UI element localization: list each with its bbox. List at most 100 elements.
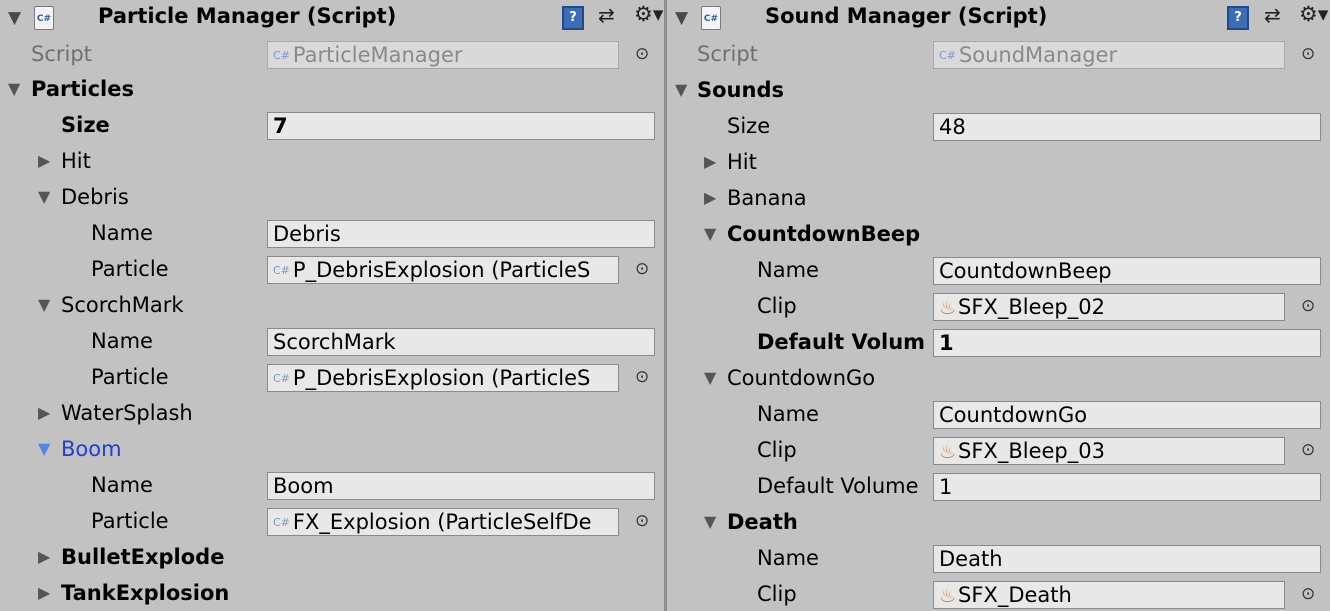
list-label: Particles <box>31 77 134 101</box>
fold-icon[interactable]: ▼ <box>675 8 688 28</box>
name-label: Name <box>91 221 153 245</box>
collapsed-arrow-icon[interactable]: ▶ <box>38 399 50 427</box>
particle-field[interactable]: C# FX_Explosion (ParticleSelfDe <box>267 508 619 536</box>
clip-field[interactable]: ♨SFX_Bleep_02 <box>933 293 1285 321</box>
size-field[interactable]: 48 <box>933 113 1321 141</box>
list-item[interactable]: ▶ BulletExplode <box>0 539 664 575</box>
particle-field[interactable]: C# P_DebrisExplosion (ParticleS <box>267 364 619 392</box>
script-label: Script <box>31 42 92 66</box>
object-picker-icon[interactable]: ⊙ <box>635 255 649 283</box>
name-field[interactable]: ScorchMark <box>267 328 655 356</box>
help-icon[interactable]: ? <box>1227 6 1249 30</box>
expanded-arrow-icon[interactable]: ▼ <box>675 76 687 104</box>
item-label: TankExplosion <box>61 581 230 605</box>
clip-label: Clip <box>757 582 797 606</box>
list-item[interactable]: ▼ ScorchMark <box>0 287 664 323</box>
help-icon[interactable]: ? <box>562 6 584 30</box>
list-item[interactable]: ▼ CountdownGo <box>667 360 1330 396</box>
name-field[interactable]: CountdownBeep <box>933 257 1321 285</box>
size-field[interactable]: 7 <box>267 112 655 140</box>
gear-icon[interactable]: ⚙▾ <box>634 2 663 26</box>
object-picker-icon[interactable]: ⊙ <box>1301 580 1315 608</box>
volume-label: Default Volume <box>757 474 919 498</box>
list-item[interactable]: ▶ WaterSplash <box>0 395 664 431</box>
name-label: Name <box>91 473 153 497</box>
script-field[interactable]: C# ParticleManager <box>267 41 619 69</box>
clip-field[interactable]: ♨SFX_Death <box>933 581 1285 609</box>
audio-clip-icon: ♨ <box>939 585 957 607</box>
preset-icon[interactable]: ⇄ <box>598 3 615 27</box>
prefab-icon: C# <box>273 264 290 277</box>
expanded-arrow-icon[interactable]: ▼ <box>38 291 50 319</box>
collapsed-arrow-icon[interactable]: ▶ <box>38 543 50 571</box>
expanded-arrow-icon[interactable]: ▼ <box>38 183 50 211</box>
collapsed-arrow-icon[interactable]: ▶ <box>704 148 716 176</box>
list-item[interactable]: ▼ Death <box>667 504 1330 540</box>
volume-row: Default Volume 1 <box>667 468 1330 504</box>
name-field[interactable]: Debris <box>267 220 655 248</box>
list-item[interactable]: ▼ Debris <box>0 179 664 215</box>
expanded-arrow-icon[interactable]: ▼ <box>704 508 716 536</box>
audio-clip-icon: ♨ <box>939 297 957 319</box>
name-field[interactable]: Death <box>933 545 1321 573</box>
item-label: CountdownGo <box>727 366 876 390</box>
name-row: Name CountdownBeep <box>667 252 1330 288</box>
size-label: Size <box>727 114 771 138</box>
object-picker-icon[interactable]: ⊙ <box>1301 40 1315 68</box>
expanded-arrow-icon[interactable]: ▼ <box>704 364 716 392</box>
name-row: Name Debris <box>0 215 664 251</box>
list-foldout[interactable]: ▼ Particles <box>0 71 664 107</box>
item-label: Hit <box>61 149 91 173</box>
object-picker-icon[interactable]: ⊙ <box>1301 292 1315 320</box>
gear-icon[interactable]: ⚙▾ <box>1299 2 1328 26</box>
name-label: Name <box>91 329 153 353</box>
component-header[interactable]: ▼ C# Sound Manager (Script) ? ⇄ ⚙▾ <box>667 0 1330 36</box>
particle-row: Particle C# P_DebrisExplosion (ParticleS … <box>0 251 664 287</box>
script-field[interactable]: C# SoundManager <box>933 41 1285 69</box>
object-picker-icon[interactable]: ⊙ <box>635 507 649 535</box>
fold-icon[interactable]: ▼ <box>8 8 21 28</box>
component-header[interactable]: ▼ C# Particle Manager (Script) ? ⇄ ⚙▾ <box>0 0 664 36</box>
item-label: Hit <box>727 150 757 174</box>
particle-field[interactable]: C# P_DebrisExplosion (ParticleS <box>267 256 619 284</box>
object-picker-icon[interactable]: ⊙ <box>1301 436 1315 464</box>
size-row: Size 7 <box>0 107 664 143</box>
particle-label: Particle <box>91 509 169 533</box>
clip-field[interactable]: ♨SFX_Bleep_03 <box>933 437 1285 465</box>
list-item-selected[interactable]: ▼ Boom <box>0 431 664 467</box>
item-label: Debris <box>61 185 129 209</box>
script-icon: C# <box>34 6 54 30</box>
list-foldout[interactable]: ▼ Sounds <box>667 72 1330 108</box>
expanded-arrow-icon[interactable]: ▼ <box>38 435 50 463</box>
list-item[interactable]: ▶ Banana <box>667 180 1330 216</box>
volume-field[interactable]: 1 <box>933 329 1321 357</box>
list-item[interactable]: ▶ Hit <box>0 143 664 179</box>
script-file-icon: C# <box>273 49 290 62</box>
name-label: Name <box>757 402 819 426</box>
object-picker-icon[interactable]: ⊙ <box>635 363 649 391</box>
name-row: Name ScorchMark <box>0 323 664 359</box>
volume-field[interactable]: 1 <box>933 473 1321 501</box>
name-field[interactable]: CountdownGo <box>933 401 1321 429</box>
collapsed-arrow-icon[interactable]: ▶ <box>38 147 50 175</box>
expanded-arrow-icon[interactable]: ▼ <box>704 220 716 248</box>
list-item[interactable]: ▶ TankExplosion <box>0 575 664 611</box>
size-row: Size 48 <box>667 108 1330 144</box>
script-row: Script C# SoundManager ⊙ <box>667 36 1330 72</box>
collapsed-arrow-icon[interactable]: ▶ <box>704 184 716 212</box>
item-label: CountdownBeep <box>727 222 921 246</box>
list-item[interactable]: ▼ CountdownBeep <box>667 216 1330 252</box>
size-label: Size <box>61 113 110 137</box>
collapsed-arrow-icon[interactable]: ▶ <box>38 579 50 607</box>
expanded-arrow-icon[interactable]: ▼ <box>8 75 20 103</box>
preset-icon[interactable]: ⇄ <box>1264 3 1281 27</box>
object-picker-icon[interactable]: ⊙ <box>635 40 649 68</box>
item-label: Banana <box>727 186 807 210</box>
particle-label: Particle <box>91 257 169 281</box>
script-row: Script C# ParticleManager ⊙ <box>0 36 664 72</box>
particle-label: Particle <box>91 365 169 389</box>
prefab-icon: C# <box>273 516 290 529</box>
component-title: Particle Manager (Script) <box>98 4 397 28</box>
list-item[interactable]: ▶ Hit <box>667 144 1330 180</box>
name-field[interactable]: Boom <box>267 472 655 500</box>
